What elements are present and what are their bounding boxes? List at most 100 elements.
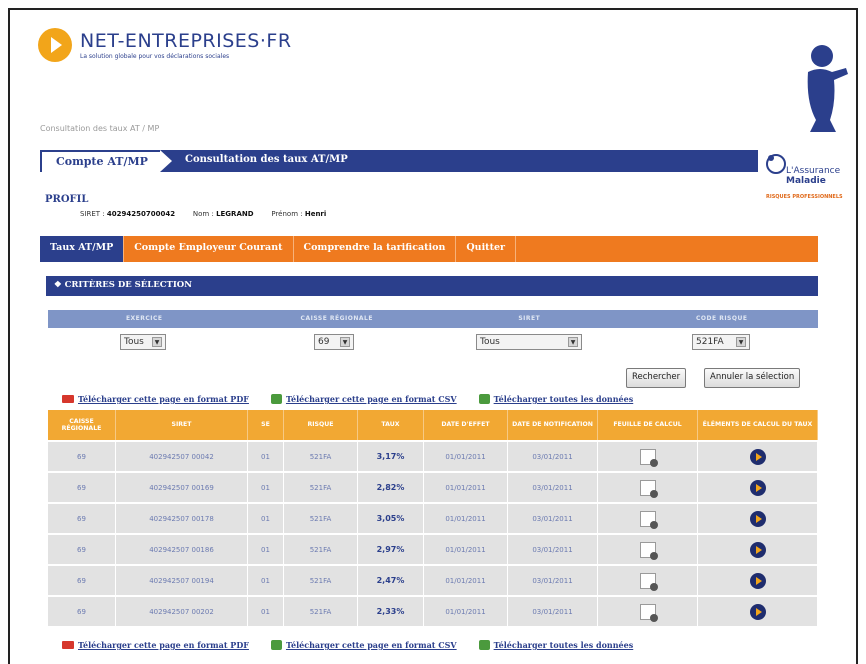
- siret-label: SIRET :: [80, 210, 105, 218]
- play-arrow-icon[interactable]: [749, 541, 766, 558]
- cell-se: 01: [248, 440, 284, 471]
- cell-elements-calcul: [698, 502, 818, 533]
- nav-quitter[interactable]: Quitter: [456, 236, 517, 262]
- download-csv-label: Télécharger cette page en format CSV: [285, 394, 457, 404]
- table-row: 69 402942507 00202 01 521FA 2,33% 01/01/2011 0…: [48, 595, 818, 626]
- calculation-sheet-icon[interactable]: [639, 510, 658, 529]
- play-logo-icon: [38, 28, 72, 62]
- cell-risque: 521FA: [284, 471, 358, 502]
- download-csv-label: Télécharger cette page en format CSV: [285, 640, 457, 650]
- cell-caisse: 69: [48, 533, 116, 564]
- play-arrow-icon[interactable]: [749, 479, 766, 496]
- cell-date-effet: 01/01/2011: [424, 502, 508, 533]
- col-elements-calcul: ÉLÉMENTS DE CALCUL DU TAUX: [698, 410, 818, 440]
- logo-text: NET-ENTREPRISES·FR: [80, 30, 292, 52]
- cell-risque: 521FA: [284, 564, 358, 595]
- calculation-sheet-icon[interactable]: [639, 448, 658, 467]
- play-arrow-icon[interactable]: [749, 510, 766, 527]
- nom-value: LEGRAND: [216, 210, 254, 218]
- csv-icon: [270, 640, 282, 650]
- cell-siret: 402942507 00178: [116, 502, 248, 533]
- cell-taux: 2,82%: [358, 471, 424, 502]
- criteria-col-caisse: CAISSE RÉGIONALE: [300, 315, 373, 322]
- cell-feuille-calcul: [598, 502, 698, 533]
- criteria-header[interactable]: ❖ CRITÈRES DE SÉLECTION: [46, 276, 818, 296]
- chevron-down-icon: ▼: [736, 337, 746, 347]
- download-csv-link[interactable]: Télécharger cette page en format CSV: [270, 394, 457, 404]
- cell-elements-calcul: [698, 564, 818, 595]
- breadcrumb[interactable]: Consultation des taux AT / MP: [40, 124, 159, 133]
- calculation-sheet-icon[interactable]: [639, 572, 658, 591]
- cell-taux: 2,97%: [358, 533, 424, 564]
- criteria-col-siret: SIRET: [518, 315, 541, 322]
- cell-elements-calcul: [698, 440, 818, 471]
- play-arrow-icon[interactable]: [749, 448, 766, 465]
- table-row: 69 402942507 00042 01 521FA 3,17% 01/01/2011 0…: [48, 440, 818, 471]
- cell-siret: 402942507 00042: [116, 440, 248, 471]
- siret-select-value: Tous: [480, 337, 500, 347]
- exercice-select-value: Tous: [124, 337, 144, 347]
- col-feuille-calcul: FEUILLE DE CALCUL: [598, 410, 698, 440]
- nav-taux-atmp[interactable]: Taux AT/MP: [40, 236, 125, 262]
- cell-date-effet: 01/01/2011: [424, 440, 508, 471]
- table-row: 69 402942507 00186 01 521FA 2,97% 01/01/2011 0…: [48, 533, 818, 564]
- criteria-col-exercice: EXERCICE: [125, 315, 163, 322]
- cell-taux: 2,47%: [358, 564, 424, 595]
- criteria-title: CRITÈRES DE SÉLECTION: [64, 280, 192, 290]
- pdf-icon: [62, 641, 74, 649]
- cell-taux: 3,17%: [358, 440, 424, 471]
- tab-compte-atmp[interactable]: Compte AT/MP: [40, 150, 172, 172]
- site-logo[interactable]: NET-ENTREPRISES·FR La solution globale p…: [38, 28, 292, 62]
- caisse-select[interactable]: 69 ▼: [314, 334, 354, 350]
- cell-caisse: 69: [48, 471, 116, 502]
- calculation-sheet-icon[interactable]: [639, 603, 658, 622]
- download-pdf-link[interactable]: Télécharger cette page en format PDF: [62, 394, 249, 404]
- csv-icon: [478, 640, 490, 650]
- table-row: 69 402942507 00194 01 521FA 2,47% 01/01/2011 0…: [48, 564, 818, 595]
- cell-se: 01: [248, 564, 284, 595]
- play-arrow-icon[interactable]: [749, 603, 766, 620]
- prenom-value: Henri: [304, 210, 327, 218]
- download-pdf-link-bottom[interactable]: Télécharger cette page en format PDF: [62, 640, 249, 650]
- partner-logo-line1: L'Assurance: [786, 166, 841, 176]
- download-all-link[interactable]: Télécharger toutes les données: [478, 394, 634, 404]
- download-all-label: Télécharger toutes les données: [493, 640, 634, 650]
- cell-date-effet: 01/01/2011: [424, 564, 508, 595]
- search-button[interactable]: Rechercher: [626, 368, 687, 388]
- nom-label: Nom :: [192, 210, 214, 218]
- partner-logo-line3: RISQUES PROFESSIONNELS: [766, 194, 843, 200]
- play-arrow-icon[interactable]: [749, 572, 766, 589]
- download-pdf-label: Télécharger cette page en format PDF: [78, 640, 249, 650]
- siret-select[interactable]: Tous ▼: [476, 334, 582, 350]
- table-header-row: CAISSE RÉGIONALE SIRET SE RISQUE TAUX DA…: [48, 410, 818, 440]
- table-row: 69 402942507 00169 01 521FA 2,82% 01/01/2011 0…: [48, 471, 818, 502]
- cancel-selection-button[interactable]: Annuler la sélection: [704, 368, 801, 388]
- calculation-sheet-icon[interactable]: [639, 479, 658, 498]
- cell-se: 01: [248, 595, 284, 626]
- cell-feuille-calcul: [598, 564, 698, 595]
- page-title: Consultation des taux AT/MP: [185, 154, 348, 165]
- col-taux: TAUX: [358, 410, 424, 440]
- cell-date-notification: 03/01/2011: [508, 440, 598, 471]
- cell-se: 01: [248, 471, 284, 502]
- cell-feuille-calcul: [598, 533, 698, 564]
- siret-value: 40294250700042: [106, 210, 176, 218]
- cell-siret: 402942507 00186: [116, 533, 248, 564]
- col-risque: RISQUE: [284, 410, 358, 440]
- pdf-icon: [62, 395, 74, 403]
- download-all-label: Télécharger toutes les données: [493, 394, 634, 404]
- chevron-down-icon: ▼: [152, 337, 162, 347]
- nav-comprendre-tarification[interactable]: Comprendre la tarification: [294, 236, 457, 262]
- col-date-notification: DATE DE NOTIFICATION: [508, 410, 598, 440]
- calculation-sheet-icon[interactable]: [639, 541, 658, 560]
- nav-compte-employeur[interactable]: Compte Employeur Courant: [124, 236, 294, 262]
- code-risque-select[interactable]: 521FA ▼: [692, 334, 750, 350]
- download-all-link-bottom[interactable]: Télécharger toutes les données: [478, 640, 634, 650]
- cell-elements-calcul: [698, 533, 818, 564]
- download-csv-link-bottom[interactable]: Télécharger cette page en format CSV: [270, 640, 457, 650]
- logo-tagline: La solution globale pour vos déclaration…: [80, 53, 230, 60]
- exercice-select[interactable]: Tous ▼: [120, 334, 166, 350]
- cell-siret: 402942507 00202: [116, 595, 248, 626]
- cell-risque: 521FA: [284, 533, 358, 564]
- col-date-effet: DATE D'EFFET: [424, 410, 508, 440]
